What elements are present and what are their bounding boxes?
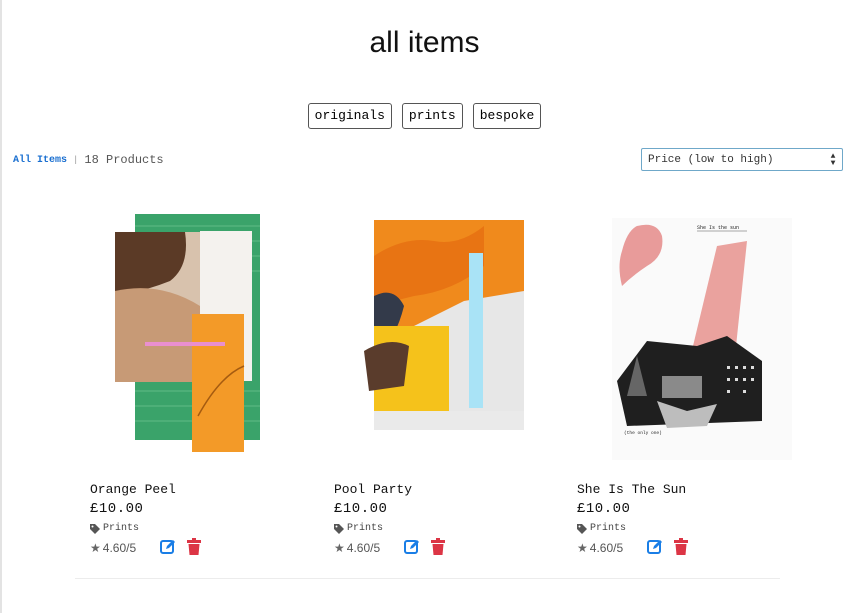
product-category[interactable]: Prints (90, 523, 139, 534)
rating-max: /5 (126, 541, 137, 555)
category-button-bespoke[interactable]: bespoke (472, 103, 542, 129)
rating-value: 4.60 (346, 541, 371, 555)
breadcrumb-separator: | (73, 155, 79, 165)
breadcrumb: All Items | 18 Products (13, 153, 164, 167)
select-arrows-icon: ▲ ▼ (830, 151, 836, 168)
product-price: £10.00 (334, 501, 388, 517)
rating-max: /5 (370, 541, 381, 555)
product-category[interactable]: Prints (577, 523, 626, 534)
product-rating: ★ 4.60 /5 (577, 541, 623, 555)
rating-max: /5 (613, 541, 624, 555)
delete-icon[interactable] (673, 538, 689, 556)
sort-select[interactable]: Price (low to high) ▲ ▼ (641, 148, 843, 171)
tag-icon (577, 523, 587, 534)
product-image-pool-party[interactable] (334, 196, 549, 461)
delete-icon[interactable] (186, 538, 202, 556)
edit-icon[interactable] (647, 538, 663, 556)
product-name[interactable]: She Is The Sun (577, 482, 686, 497)
star-icon: ★ (334, 541, 345, 555)
page-title: all items (369, 26, 480, 59)
product-category[interactable]: Prints (334, 523, 383, 534)
product-category-label: Prints (103, 523, 140, 534)
product-actions (404, 538, 446, 556)
rating-value: 4.60 (102, 541, 127, 555)
tag-icon (90, 523, 100, 534)
delete-icon[interactable] (430, 538, 446, 556)
breadcrumb-all-items-link[interactable]: All Items (13, 155, 67, 166)
product-price: £10.00 (90, 501, 144, 517)
product-image-orange-peel[interactable] (90, 196, 305, 461)
product-name[interactable]: Pool Party (334, 482, 412, 497)
category-nav: originals prints bespoke (0, 103, 849, 129)
product-actions (647, 538, 689, 556)
product-card: Orange Peel £10.00 Prints ★ 4.60 /5 (75, 196, 320, 555)
category-button-prints[interactable]: prints (401, 103, 463, 129)
edit-icon[interactable] (404, 538, 420, 556)
artwork-text-bottom: (the only one) (624, 430, 662, 436)
tag-icon (334, 523, 344, 534)
product-rating: ★ 4.60 /5 (90, 541, 136, 555)
product-category-label: Prints (590, 523, 627, 534)
product-price: £10.00 (577, 501, 631, 517)
product-name[interactable]: Orange Peel (90, 482, 176, 497)
sort-select-value: Price (low to high) (648, 153, 774, 166)
star-icon: ★ (90, 541, 101, 555)
category-button-originals[interactable]: originals (307, 103, 392, 129)
product-card: Pool Party £10.00 Prints ★ 4.60 /5 (319, 196, 564, 555)
product-category-label: Prints (347, 523, 384, 534)
product-grid-divider (75, 578, 780, 579)
product-actions (160, 538, 202, 556)
page-left-border (0, 0, 2, 613)
edit-icon[interactable] (160, 538, 176, 556)
product-count: 18 Products (84, 153, 164, 167)
product-card: She Is the sun (the only one) She Is The… (562, 196, 807, 555)
product-rating: ★ 4.60 /5 (334, 541, 380, 555)
rating-value: 4.60 (589, 541, 614, 555)
star-icon: ★ (577, 541, 588, 555)
artwork-text-top: She Is the sun (697, 225, 739, 231)
product-image-she-is-the-sun[interactable]: She Is the sun (the only one) (577, 196, 792, 461)
